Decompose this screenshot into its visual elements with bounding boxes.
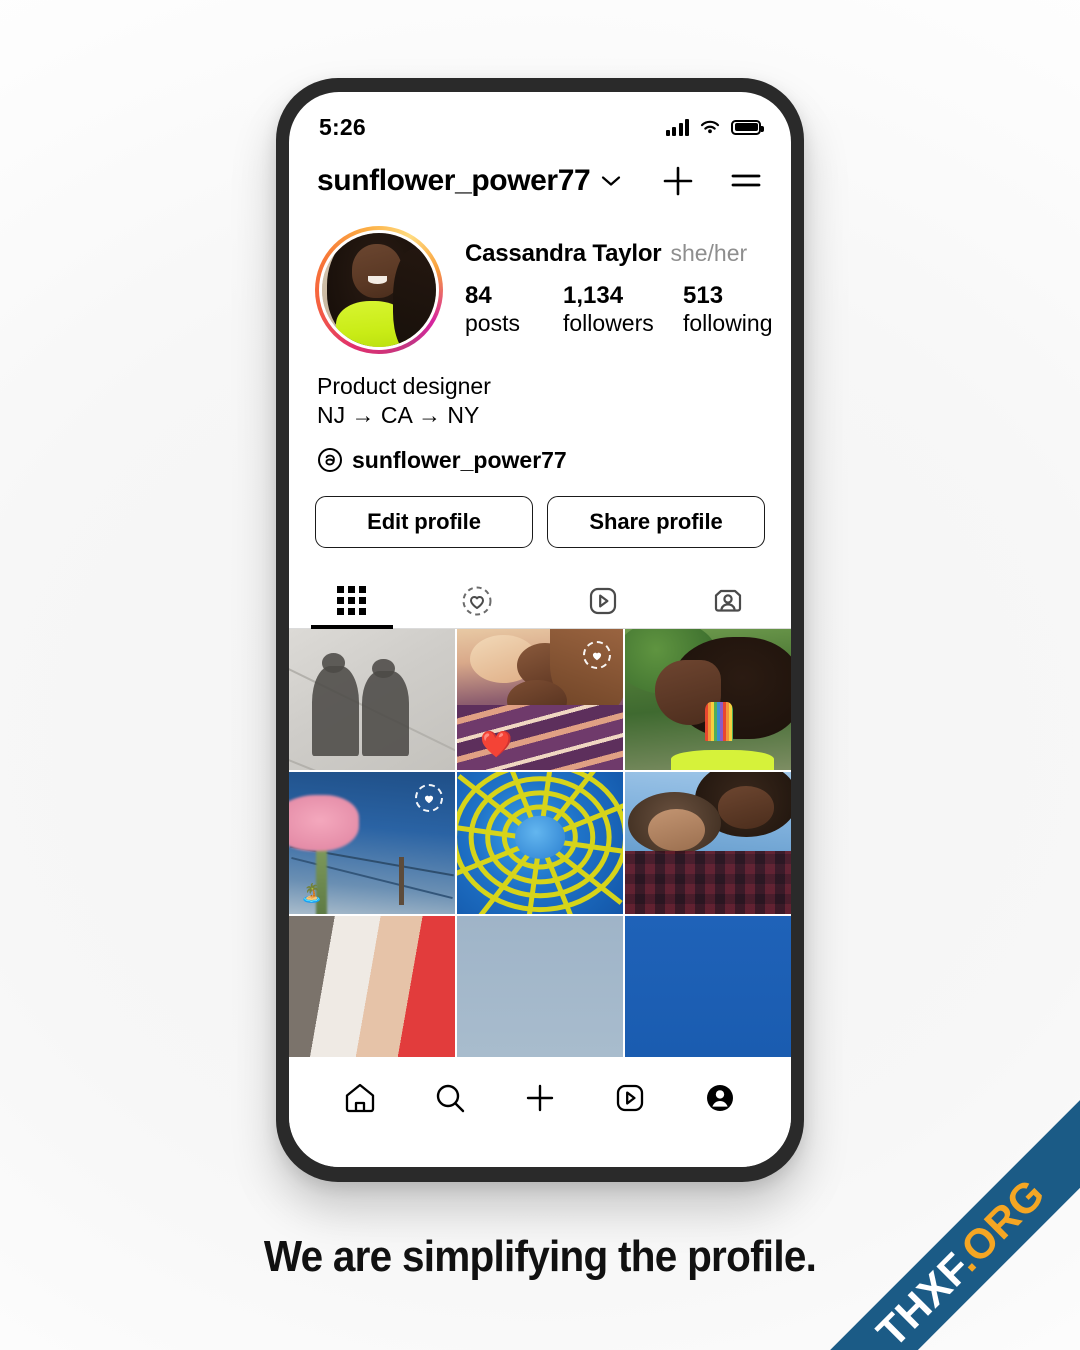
username-switcher[interactable]: sunflower_power77	[317, 164, 651, 198]
chevron-down-icon	[602, 176, 621, 186]
posts-label: posts	[465, 309, 520, 336]
followers-count: 1,134	[563, 281, 624, 309]
status-time: 5:26	[319, 113, 366, 140]
profile-actions: Edit profile Share profile	[289, 474, 791, 548]
signal-icon	[665, 118, 689, 136]
post-yellow-spiral-structure[interactable]	[457, 772, 623, 914]
menu-icon[interactable]	[729, 164, 763, 198]
nav-home[interactable]	[330, 1075, 390, 1121]
following-label: following	[683, 309, 773, 336]
stats-row: 84 posts 1,134 followers 513 following	[465, 282, 781, 336]
post-two-friends-hug[interactable]	[625, 772, 791, 914]
phone-mockup: 5:26 sunflower_power77 Cassandra Taylor …	[276, 78, 804, 1182]
stat-following[interactable]: 513 following	[683, 282, 781, 336]
post-partial-red-object[interactable]	[289, 915, 455, 1057]
tab-saved[interactable]	[415, 574, 541, 628]
post-friends-purple-stripes[interactable]: ❤️	[457, 628, 623, 771]
posts-grid: ❤️ 🏝️	[289, 628, 791, 1057]
posts-count: 84	[465, 281, 492, 309]
name-row: Cassandra Taylor she/her	[465, 240, 781, 268]
display-name: Cassandra Taylor	[465, 239, 662, 267]
avatar-image	[319, 230, 439, 350]
island-emoji: 🏝️	[300, 882, 324, 903]
header-actions	[661, 164, 763, 198]
tagged-person-icon	[715, 589, 742, 612]
status-icons	[665, 118, 764, 136]
phone-screen: 5:26 sunflower_power77 Cassandra Taylor …	[289, 92, 791, 1167]
profile-summary: Cassandra Taylor she/her 84 posts 1,134 …	[289, 214, 791, 354]
post-partial-blue[interactable]	[625, 915, 791, 1057]
grid-icon	[337, 586, 367, 616]
nav-profile[interactable]	[690, 1075, 750, 1121]
wifi-icon	[700, 120, 720, 134]
threads-link[interactable]: sunflower_power77	[289, 431, 791, 474]
tab-tagged[interactable]	[666, 574, 792, 628]
bio-line-1: Product designer	[317, 373, 491, 399]
page-title: sunflower_power77	[317, 164, 591, 197]
caption-text: We are simplifying the profile.	[263, 1232, 817, 1281]
stat-followers[interactable]: 1,134 followers	[563, 282, 683, 336]
nav-reels[interactable]	[600, 1075, 660, 1121]
plus-icon[interactable]	[661, 164, 695, 198]
share-profile-button[interactable]: Share profile	[547, 495, 765, 548]
pronouns: she/her	[670, 239, 748, 266]
threads-handle: sunflower_power77	[352, 446, 567, 473]
plus-icon	[526, 1084, 554, 1112]
threads-icon	[318, 448, 342, 473]
search-icon	[436, 1084, 465, 1113]
heart-emoji: ❤️	[480, 729, 513, 760]
reels-play-icon	[589, 587, 616, 614]
nav-search[interactable]	[420, 1075, 480, 1121]
post-shadows-sidewalk[interactable]	[289, 628, 455, 771]
profile-avatar-icon	[707, 1085, 733, 1111]
followers-label: followers	[563, 309, 654, 336]
home-icon	[345, 1083, 375, 1113]
post-rainbow-earring-portrait[interactable]	[625, 628, 791, 771]
edit-profile-button[interactable]: Edit profile	[315, 495, 533, 548]
tab-grid[interactable]	[289, 574, 415, 628]
stat-posts[interactable]: 84 posts	[465, 282, 563, 336]
battery-icon	[731, 119, 764, 135]
bio: Product designer NJ → CA → NY	[289, 354, 791, 431]
reels-play-icon	[616, 1084, 644, 1112]
following-count: 513	[683, 281, 724, 309]
saved-badge-icon	[415, 784, 443, 813]
bio-line-2: NJ → CA → NY	[317, 402, 480, 429]
avatar[interactable]	[315, 226, 443, 354]
bottom-nav	[289, 1057, 791, 1167]
post-partial-blue-gray[interactable]	[457, 915, 623, 1057]
app-header: sunflower_power77	[289, 148, 791, 214]
profile-tabs	[289, 574, 791, 629]
nav-create[interactable]	[510, 1075, 570, 1121]
profile-meta: Cassandra Taylor she/her 84 posts 1,134 …	[465, 240, 781, 340]
saved-badge-icon	[583, 640, 611, 669]
status-bar: 5:26	[289, 92, 791, 148]
heart-circle-icon	[462, 586, 492, 616]
tab-reels[interactable]	[540, 574, 666, 628]
post-pink-flower-sky[interactable]: 🏝️	[289, 772, 455, 914]
